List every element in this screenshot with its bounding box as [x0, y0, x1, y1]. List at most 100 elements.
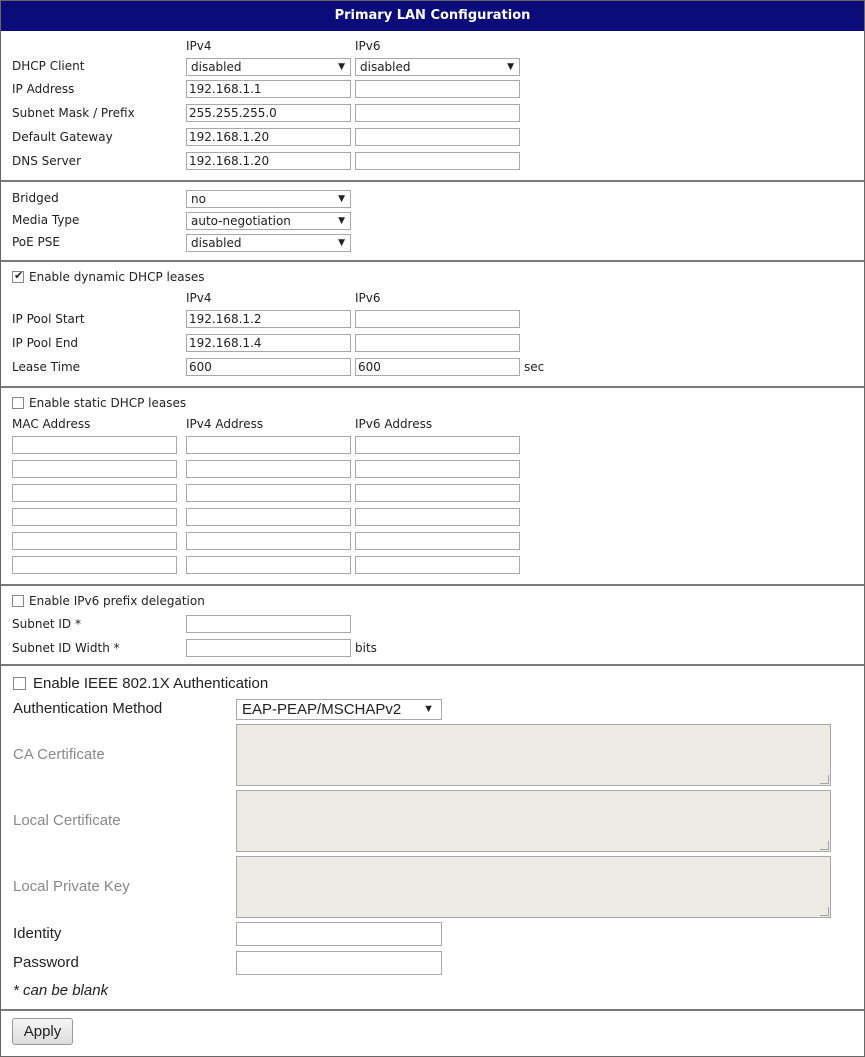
dropdown-arrow-icon: ▼	[338, 216, 345, 226]
dns-server-ipv6-input[interactable]	[355, 152, 520, 170]
static-lease-ipv6-input[interactable]	[355, 436, 520, 454]
default-gateway-ipv4-input[interactable]	[186, 128, 351, 146]
column-header-ipv6: IPv6	[355, 291, 381, 305]
column-header-ipv6-address: IPv6 Address	[355, 417, 433, 431]
enable-dynamic-dhcp-checkbox[interactable]	[12, 269, 24, 283]
ip-pool-end-label: IP Pool End	[12, 336, 79, 350]
subnet-id-label: Subnet ID *	[12, 617, 81, 631]
dns-server-ipv4-input[interactable]	[186, 152, 351, 170]
static-lease-ipv6-input[interactable]	[355, 460, 520, 478]
subnet-prefix-ipv6-input[interactable]	[355, 104, 520, 122]
local-private-key-label: Local Private Key	[13, 878, 130, 895]
auth-method-value: EAP-PEAP/MSCHAPv2	[242, 701, 402, 718]
ip-pool-start-label: IP Pool Start	[12, 312, 85, 326]
password-label: Password	[13, 954, 79, 971]
default-gateway-ipv6-input[interactable]	[355, 128, 520, 146]
resize-grip-icon[interactable]	[820, 841, 829, 850]
bridged-label: Bridged	[12, 191, 59, 205]
lease-time-ipv6-input[interactable]	[355, 358, 520, 376]
dropdown-arrow-icon: ▼	[423, 703, 434, 715]
static-lease-ipv6-input[interactable]	[355, 508, 520, 526]
dns-server-label: DNS Server	[12, 154, 81, 168]
enable-prefix-delegation-label: Enable IPv6 prefix delegation	[29, 594, 205, 608]
section-divider	[1, 1009, 864, 1011]
subnet-id-input[interactable]	[186, 615, 351, 633]
local-certificate-textarea[interactable]	[236, 790, 831, 852]
column-header-ipv4-address: IPv4 Address	[186, 417, 264, 431]
dhcp-client-label: DHCP Client	[12, 59, 85, 73]
dhcp-client-ipv4-select[interactable]: disabled ▼	[186, 58, 351, 76]
enable-static-dhcp-label: Enable static DHCP leases	[29, 396, 187, 410]
static-lease-mac-input[interactable]	[12, 484, 177, 502]
bridged-value: no	[191, 192, 206, 206]
static-lease-ipv4-input[interactable]	[186, 484, 351, 502]
enable-static-dhcp-checkbox[interactable]	[12, 397, 24, 409]
identity-label: Identity	[13, 925, 62, 942]
section-divider	[1, 180, 864, 182]
subnet-id-width-unit: bits	[355, 641, 377, 655]
static-lease-mac-input[interactable]	[12, 436, 177, 454]
poe-pse-label: PoE PSE	[12, 235, 60, 249]
default-gateway-label: Default Gateway	[12, 130, 113, 144]
optional-field-note: * can be blank	[13, 982, 109, 999]
ip-pool-end-ipv4-input[interactable]	[186, 334, 351, 352]
static-lease-ipv4-input[interactable]	[186, 436, 351, 454]
static-lease-mac-input[interactable]	[12, 508, 177, 526]
static-lease-ipv6-input[interactable]	[355, 484, 520, 502]
ip-address-ipv4-input[interactable]	[186, 80, 351, 98]
media-type-label: Media Type	[12, 213, 80, 227]
identity-input[interactable]	[236, 922, 442, 946]
static-lease-ipv6-input[interactable]	[355, 532, 520, 550]
ip-pool-end-ipv6-input[interactable]	[355, 334, 520, 352]
ca-certificate-label: CA Certificate	[13, 746, 105, 763]
static-lease-ipv4-input[interactable]	[186, 460, 351, 478]
local-certificate-label: Local Certificate	[13, 812, 121, 829]
static-lease-mac-input[interactable]	[12, 556, 177, 574]
enable-prefix-delegation-checkbox[interactable]	[12, 595, 24, 607]
poe-pse-value: disabled	[191, 236, 242, 250]
local-private-key-textarea[interactable]	[236, 856, 831, 918]
enable-8021x-checkbox[interactable]	[13, 677, 26, 690]
static-lease-mac-input[interactable]	[12, 460, 177, 478]
dhcp-client-ipv6-select[interactable]: disabled ▼	[355, 58, 520, 76]
ip-pool-start-ipv6-input[interactable]	[355, 310, 520, 328]
media-type-select[interactable]: auto-negotiation ▼	[186, 212, 351, 230]
section-divider	[1, 584, 864, 586]
page-title: Primary LAN Configuration	[1, 1, 864, 31]
poe-pse-select[interactable]: disabled ▼	[186, 234, 351, 252]
column-header-ipv6: IPv6	[355, 39, 381, 53]
dropdown-arrow-icon: ▼	[338, 238, 345, 248]
subnet-id-width-label: Subnet ID Width *	[12, 641, 120, 655]
resize-grip-icon[interactable]	[820, 907, 829, 916]
column-header-ipv4: IPv4	[186, 39, 212, 53]
lease-time-label: Lease Time	[12, 360, 81, 374]
static-lease-mac-input[interactable]	[12, 532, 177, 550]
auth-method-select[interactable]: EAP-PEAP/MSCHAPv2 ▼	[236, 699, 442, 720]
dropdown-arrow-icon: ▼	[507, 62, 514, 72]
static-lease-ipv6-input[interactable]	[355, 556, 520, 574]
dhcp-client-ipv6-value: disabled	[360, 60, 411, 74]
column-header-mac: MAC Address	[12, 417, 91, 431]
enable-8021x-label: Enable IEEE 802.1X Authentication	[33, 675, 269, 692]
section-divider	[1, 260, 864, 262]
dropdown-arrow-icon: ▼	[338, 62, 345, 72]
static-lease-ipv4-input[interactable]	[186, 508, 351, 526]
section-divider	[1, 664, 864, 666]
subnet-id-width-input[interactable]	[186, 639, 351, 657]
bridged-select[interactable]: no ▼	[186, 190, 351, 208]
resize-grip-icon[interactable]	[820, 775, 829, 784]
lease-time-ipv4-input[interactable]	[186, 358, 351, 376]
dropdown-arrow-icon: ▼	[338, 194, 345, 204]
static-lease-ipv4-input[interactable]	[186, 556, 351, 574]
ip-pool-start-ipv4-input[interactable]	[186, 310, 351, 328]
static-lease-ipv4-input[interactable]	[186, 532, 351, 550]
subnet-mask-label: Subnet Mask / Prefix	[12, 106, 135, 120]
apply-button[interactable]: Apply	[12, 1018, 73, 1045]
ca-certificate-textarea[interactable]	[236, 724, 831, 786]
password-input[interactable]	[236, 951, 442, 975]
enable-dynamic-dhcp-label: Enable dynamic DHCP leases	[29, 270, 205, 284]
media-type-value: auto-negotiation	[191, 214, 291, 228]
ip-address-label: IP Address	[12, 82, 75, 96]
subnet-mask-ipv4-input[interactable]	[186, 104, 351, 122]
ip-address-ipv6-input[interactable]	[355, 80, 520, 98]
